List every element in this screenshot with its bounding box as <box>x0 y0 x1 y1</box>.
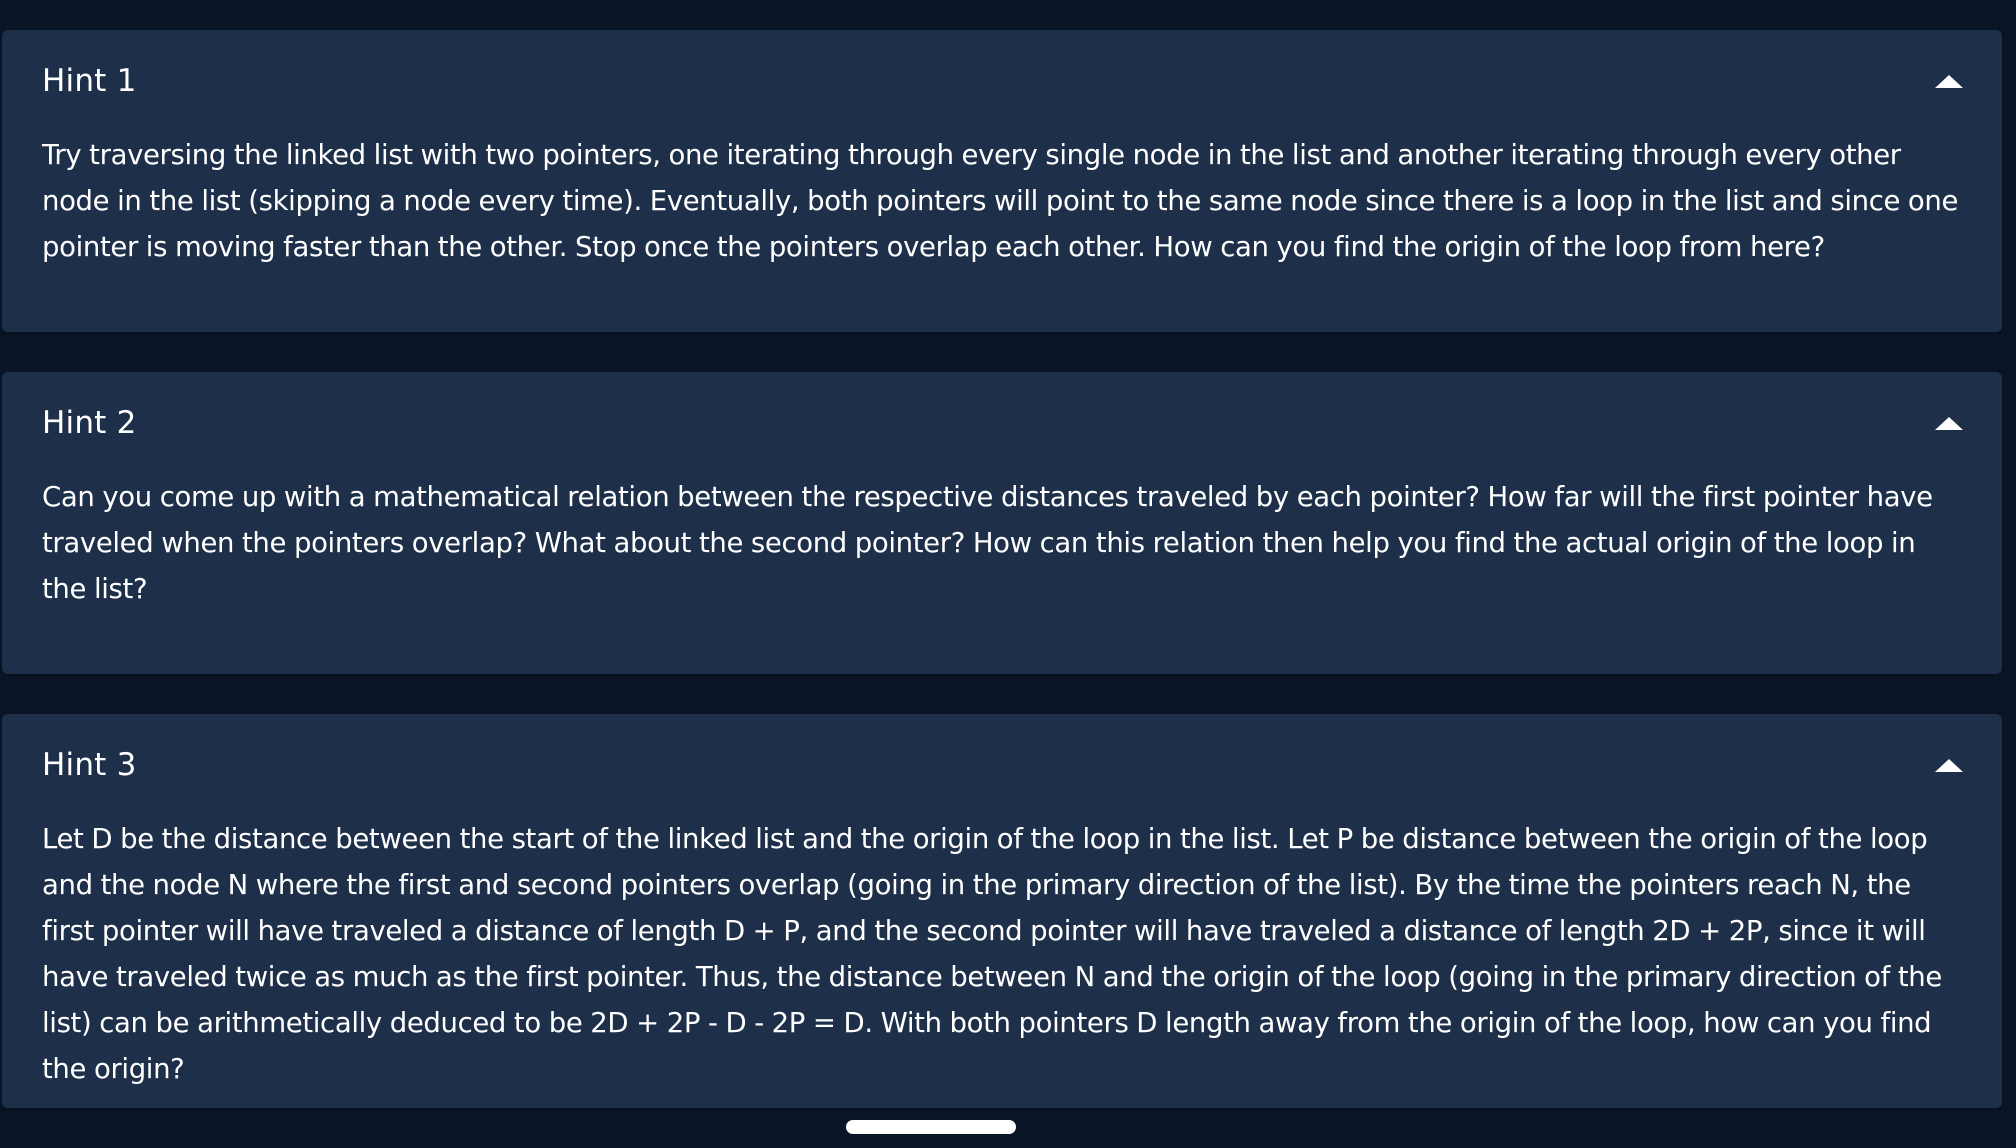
hint-2-header[interactable]: Hint 2 <box>2 372 2002 474</box>
hint-1-header[interactable]: Hint 1 <box>2 30 2002 132</box>
hint-2-body: Can you come up with a mathematical rela… <box>2 474 2002 648</box>
hint-card-2: Hint 2 Can you come up with a mathematic… <box>2 372 2002 674</box>
chevron-up-icon[interactable] <box>1932 755 1966 775</box>
chevron-up-icon[interactable] <box>1932 71 1966 91</box>
hint-1-text: Try traversing the linked list with two … <box>42 139 1959 263</box>
hint-3-title: Hint 3 <box>42 747 137 783</box>
hint-2-title: Hint 2 <box>42 405 137 441</box>
hint-1-body: Try traversing the linked list with two … <box>2 132 2002 306</box>
hint-3-text: Let D be the distance between the start … <box>42 823 1942 1085</box>
hint-card-1: Hint 1 Try traversing the linked list wi… <box>2 30 2002 332</box>
hint-card-3: Hint 3 Let D be the distance between the… <box>2 714 2002 1108</box>
hints-list: Hint 1 Try traversing the linked list wi… <box>2 30 2002 1148</box>
hint-3-header[interactable]: Hint 3 <box>2 714 2002 816</box>
chevron-up-icon[interactable] <box>1932 413 1966 433</box>
hint-2-text: Can you come up with a mathematical rela… <box>42 481 1933 605</box>
hint-3-body: Let D be the distance between the start … <box>2 816 2002 1128</box>
scroll-indicator[interactable] <box>846 1120 1016 1134</box>
hint-1-title: Hint 1 <box>42 63 137 99</box>
